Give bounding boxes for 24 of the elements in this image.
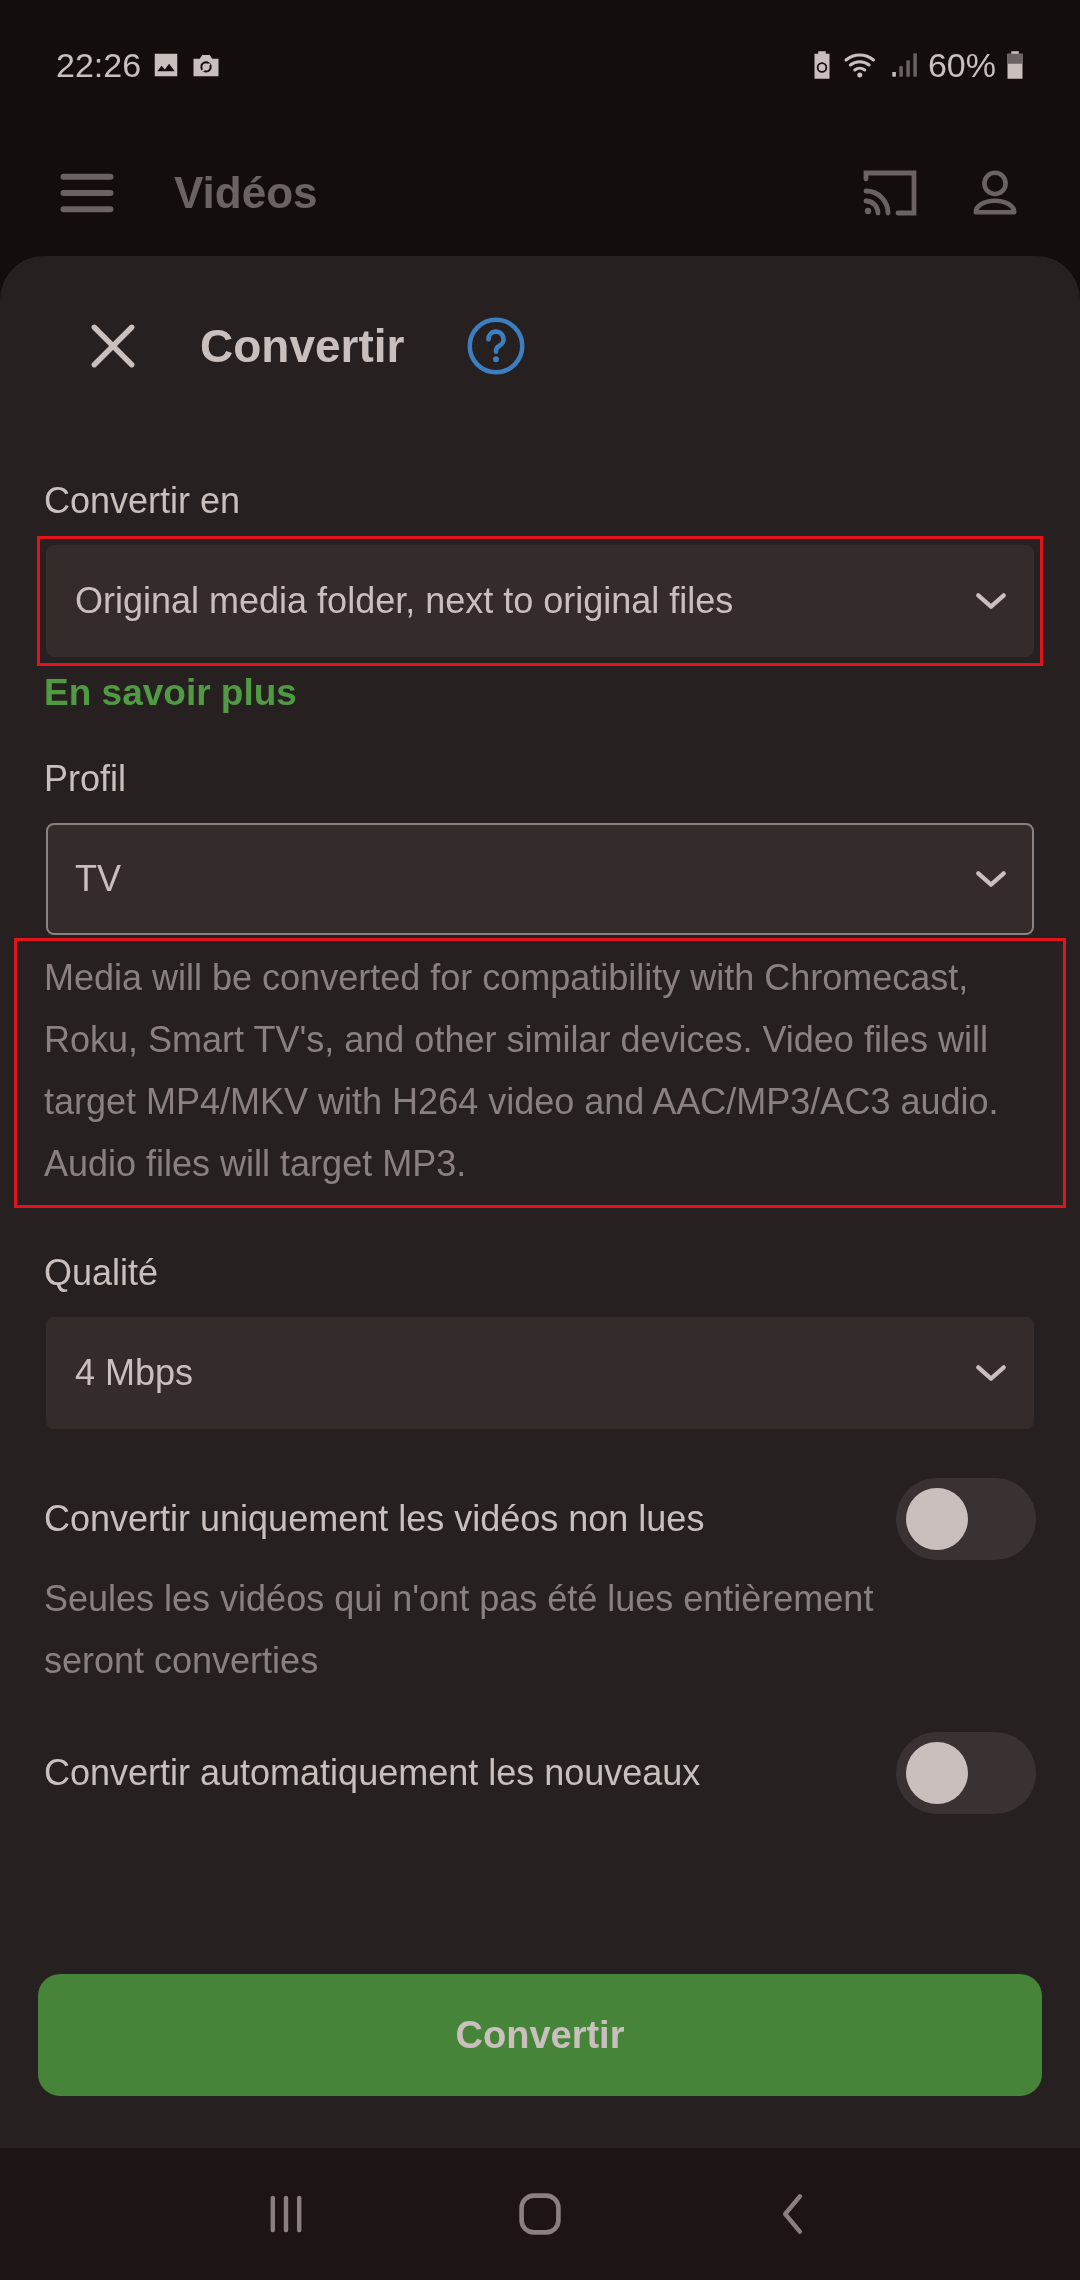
toggle-label: Convertir uniquement les vidéos non lues (44, 1498, 705, 1540)
dropdown-field[interactable]: TV (46, 823, 1034, 935)
field-label: Convertir en (44, 480, 242, 522)
profile-description: Media will be converted for compatibility with Chromecast, Roku, Smart TV's, and other similar devices. Video files will target MP4/MKV with H264 video and AAC/MP3/AC3 audio. Audio files will target MP3. (44, 956, 1000, 1186)
chevron-down-icon (974, 1363, 1008, 1383)
sheet-title: Convertir (200, 319, 405, 373)
chevron-down-icon (974, 869, 1008, 889)
toggle-label: Convertir automatiquement les nouveaux (44, 1752, 701, 1794)
app-title: Vidéos (174, 168, 318, 218)
menu-icon[interactable] (60, 173, 114, 213)
chevron-down-icon (974, 591, 1008, 611)
field-label: Profil (44, 758, 128, 800)
dropdown-field[interactable]: 4 Mbps (46, 1317, 1034, 1429)
dropdown-field[interactable]: Original media folder, next to original files (46, 545, 1034, 657)
battery-icon (1006, 50, 1024, 80)
close-icon[interactable] (88, 321, 138, 371)
field-label: Qualité (44, 1252, 160, 1294)
toggle-description: Seules les vidéos qui n'ont pas été lues entièrement seront converties (44, 1577, 875, 1683)
clock-time: 22:26 (56, 45, 142, 85)
learn-more-link[interactable]: En savoir plus (44, 672, 297, 714)
help-icon[interactable] (466, 316, 527, 376)
home-icon[interactable] (517, 2191, 563, 2237)
battery-percent: 60% (927, 45, 996, 85)
signal-icon (889, 50, 918, 80)
